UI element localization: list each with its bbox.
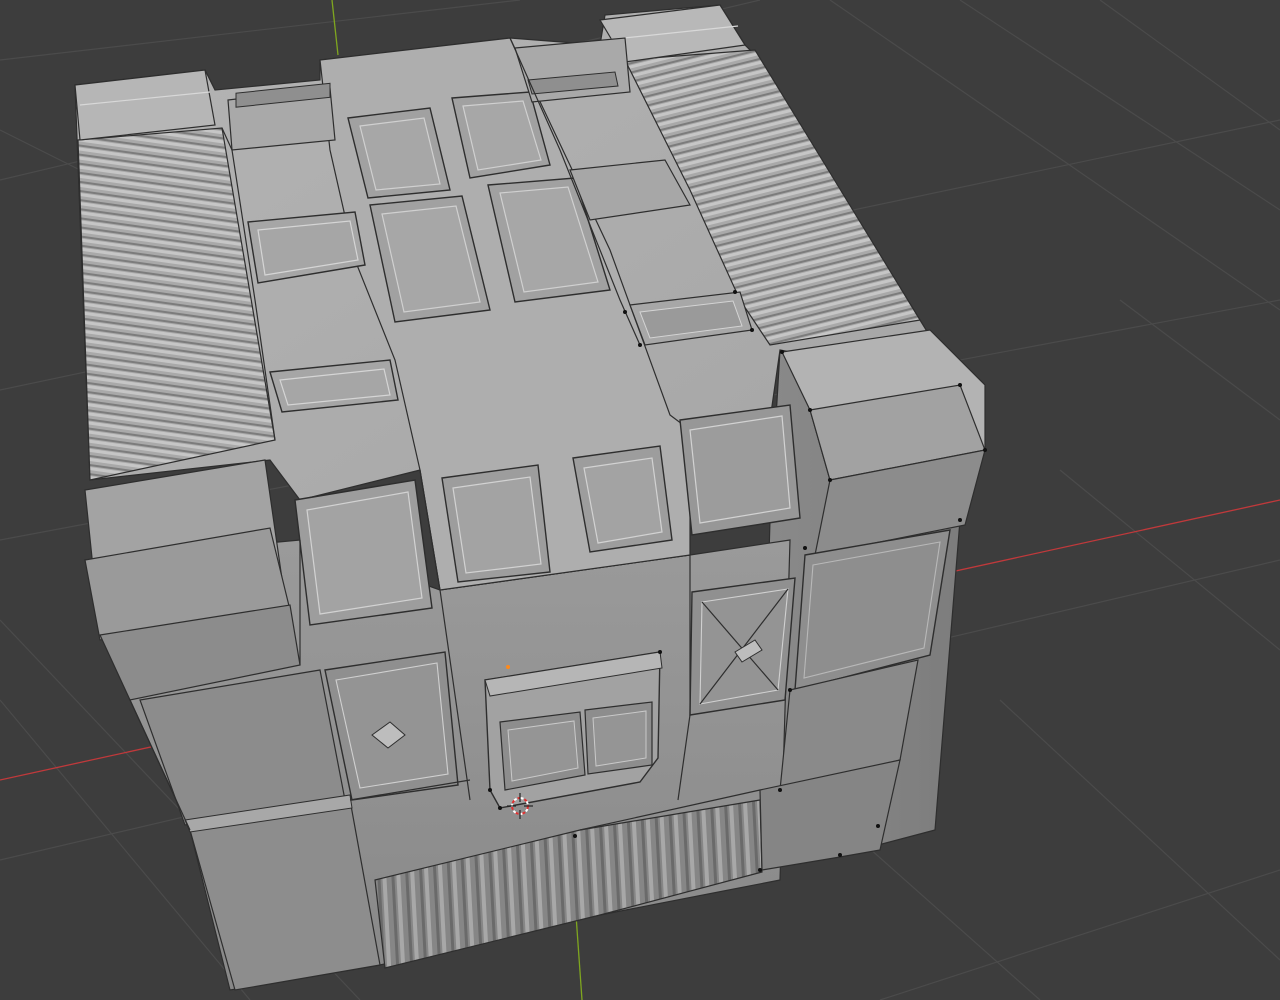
y-axis-line bbox=[331, 0, 339, 56]
viewport-canvas[interactable] bbox=[0, 0, 1280, 1000]
object-origin-icon[interactable] bbox=[506, 665, 510, 669]
greeble-cube-mesh[interactable] bbox=[74, 4, 987, 991]
3d-viewport[interactable] bbox=[0, 0, 1280, 1000]
y-axis-line-lower bbox=[575, 914, 583, 1000]
